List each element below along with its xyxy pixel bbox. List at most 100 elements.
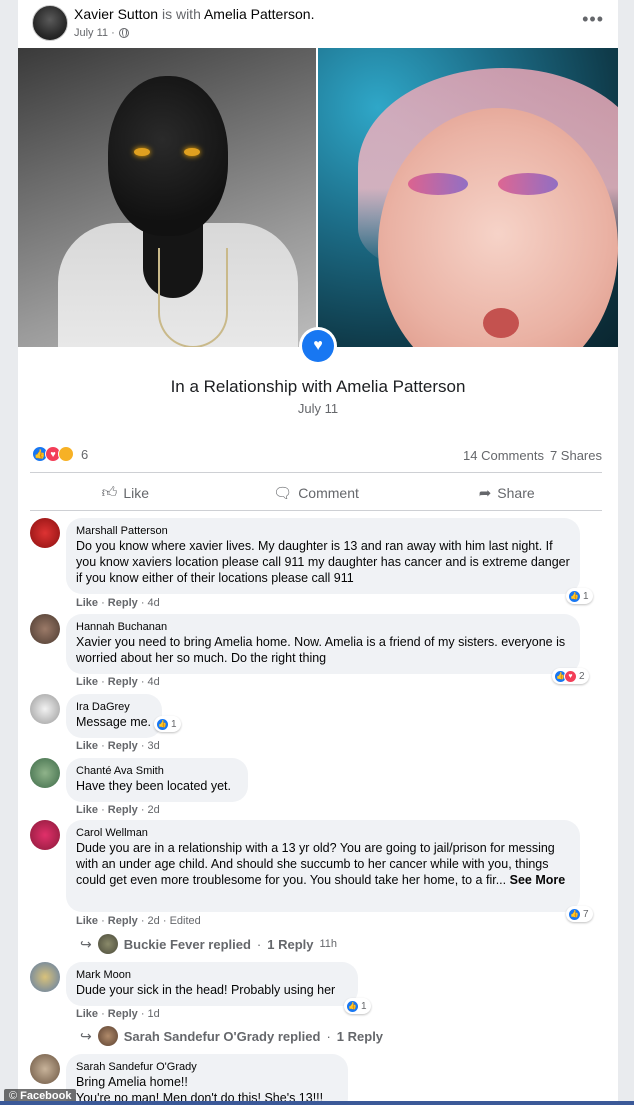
comment-like-link[interactable]: Like: [76, 740, 98, 752]
comment-text-line: Bring Amelia home!!: [76, 1075, 188, 1089]
like-label: Like: [123, 485, 150, 501]
comment-text: Do you know where xavier lives. My daugh…: [76, 539, 570, 585]
thumbs-up-icon: 👍︎: [101, 484, 118, 501]
comment-reply-link[interactable]: Reply: [108, 597, 138, 609]
comment-reactions[interactable]: 👍 1: [566, 588, 593, 604]
comment-text: Dude your sick in the head! Probably usi…: [76, 983, 336, 997]
comment-like-link[interactable]: Like: [76, 1008, 98, 1020]
like-reaction-icon: 👍: [156, 717, 169, 731]
share-icon: ➦: [478, 485, 492, 502]
comment-text: Have they been located yet.: [76, 779, 231, 793]
comment-reply-link[interactable]: Reply: [108, 915, 138, 927]
comment-bubble: Mark Moon Dude your sick in the head! Pr…: [66, 962, 358, 1006]
comment-time[interactable]: 3d: [148, 740, 160, 752]
comment-reactions[interactable]: 👍 ♥ 2: [552, 668, 589, 684]
with-text: is with: [158, 6, 204, 22]
commenter-name[interactable]: Marshall Patterson: [76, 524, 570, 538]
more-options-icon[interactable]: •••: [582, 10, 604, 28]
comment-bubble: Ira DaGrey Message me.: [66, 694, 162, 738]
comment-time[interactable]: 4d: [148, 676, 160, 688]
comment-time[interactable]: 4d: [148, 597, 160, 609]
comment-reply-link[interactable]: Reply: [108, 804, 138, 816]
comment-like-link[interactable]: Like: [76, 804, 98, 816]
comment-text: Message me.: [76, 715, 152, 729]
photo-amelia[interactable]: [318, 48, 618, 347]
engagement-counts: 14 Comments 7 Shares: [463, 448, 602, 463]
comment-like-link[interactable]: Like: [76, 597, 98, 609]
comment-reply-link[interactable]: Reply: [108, 676, 138, 688]
love-reaction-icon: ♥: [564, 669, 577, 683]
replier-name: Sarah Sandefur O'Grady replied: [123, 1028, 321, 1044]
relationship-title[interactable]: In a Relationship with Amelia Patterson: [18, 377, 618, 397]
replier-name: Buckie Fever replied: [123, 936, 251, 952]
author-name[interactable]: Xavier Sutton: [74, 6, 158, 22]
relationship-badge: ♥: [299, 327, 337, 365]
comments-count[interactable]: 14 Comments: [463, 448, 544, 463]
reply-time: 11h: [319, 938, 338, 950]
commenter-name[interactable]: Hannah Buchanan: [76, 620, 570, 634]
comment-reactions[interactable]: 👍 1: [154, 716, 181, 732]
commenter-avatar[interactable]: [30, 758, 60, 788]
reaction-count[interactable]: 6: [81, 447, 88, 462]
bottom-bar: [0, 1101, 634, 1105]
commenter-name[interactable]: Chanté Ava Smith: [76, 764, 238, 778]
comment-time[interactable]: 2d: [148, 915, 160, 927]
comment-like-link[interactable]: Like: [76, 676, 98, 688]
share-button[interactable]: ➦ Share: [411, 478, 602, 508]
comment-reactions[interactable]: 👍 1: [344, 998, 371, 1014]
commenter-avatar[interactable]: [30, 614, 60, 644]
comment-icon: 🗨︎: [273, 485, 293, 502]
comment-time[interactable]: 1d: [148, 1008, 160, 1020]
see-more-link[interactable]: See More: [510, 873, 566, 887]
heart-icon: ♥: [302, 330, 334, 362]
comment-reply-link[interactable]: Reply: [108, 740, 138, 752]
view-replies-link[interactable]: ↪ Sarah Sandefur O'Grady replied · 1 Rep…: [80, 1026, 383, 1046]
reply-arrow-icon: ↪: [80, 1027, 92, 1044]
commenter-name[interactable]: Mark Moon: [76, 968, 348, 982]
post-header: Xavier Sutton is with Amelia Patterson. …: [18, 0, 618, 48]
comment-footer: Like · Reply · 4d: [76, 676, 160, 688]
reply-arrow-icon: ↪: [80, 935, 92, 952]
commenter-name[interactable]: Ira DaGrey: [76, 700, 152, 714]
post-card: Xavier Sutton is with Amelia Patterson. …: [18, 0, 618, 1105]
author-avatar[interactable]: [32, 5, 68, 41]
action-bar: 👍︎ Like 🗨︎ Comment ➦ Share: [30, 478, 602, 508]
comment-bubble: Sarah Sandefur O'Grady Bring Amelia home…: [66, 1054, 348, 1105]
comment-bubble: Marshall Patterson Do you know where xav…: [66, 518, 580, 594]
comment-reactions[interactable]: 👍 7: [566, 906, 593, 922]
divider: [30, 510, 602, 511]
comment-bubble: Chanté Ava Smith Have they been located …: [66, 758, 248, 802]
post-date[interactable]: July 11 ·: [74, 27, 115, 39]
photo-xavier[interactable]: [18, 48, 316, 347]
comment-reply-link[interactable]: Reply: [108, 1008, 138, 1020]
commenter-avatar[interactable]: [30, 694, 60, 724]
tagged-name[interactable]: Amelia Patterson.: [204, 6, 315, 22]
comment-text: Xavier you need to bring Amelia home. No…: [76, 635, 566, 665]
comment-button[interactable]: 🗨︎ Comment: [221, 478, 412, 508]
commenter-name[interactable]: Carol Wellman: [76, 826, 570, 840]
shares-count[interactable]: 7 Shares: [550, 448, 602, 463]
comment-footer: Like · Reply · 3d: [76, 740, 160, 752]
view-replies-link[interactable]: ↪ Buckie Fever replied · 1 Reply 11h: [80, 934, 337, 954]
commenter-avatar[interactable]: [30, 518, 60, 548]
globe-icon: [118, 28, 129, 38]
sad-reaction-icon: [58, 446, 74, 462]
reactions-summary[interactable]: 👍 ♥ 6: [32, 446, 88, 462]
comment-like-link[interactable]: Like: [76, 915, 98, 927]
commenter-name[interactable]: Sarah Sandefur O'Grady: [76, 1060, 338, 1074]
post-meta: July 11 ·: [74, 27, 129, 39]
like-button[interactable]: 👍︎ Like: [30, 478, 221, 508]
commenter-avatar[interactable]: [30, 1054, 60, 1084]
comment-footer: Like · Reply · 1d: [76, 1008, 160, 1020]
comment-footer: Like · Reply · 2d · Edited: [76, 915, 201, 927]
edited-label: Edited: [169, 915, 201, 927]
like-reaction-icon: 👍: [568, 589, 581, 603]
comment-footer: Like · Reply · 4d: [76, 597, 160, 609]
comment-footer: Like · Reply · 2d: [76, 804, 160, 816]
reply-count: 1 Reply: [267, 936, 314, 952]
reply-count: 1 Reply: [336, 1028, 384, 1044]
commenter-avatar[interactable]: [30, 820, 60, 850]
comment-time[interactable]: 2d: [148, 804, 160, 816]
like-reaction-icon: 👍: [568, 907, 581, 921]
commenter-avatar[interactable]: [30, 962, 60, 992]
